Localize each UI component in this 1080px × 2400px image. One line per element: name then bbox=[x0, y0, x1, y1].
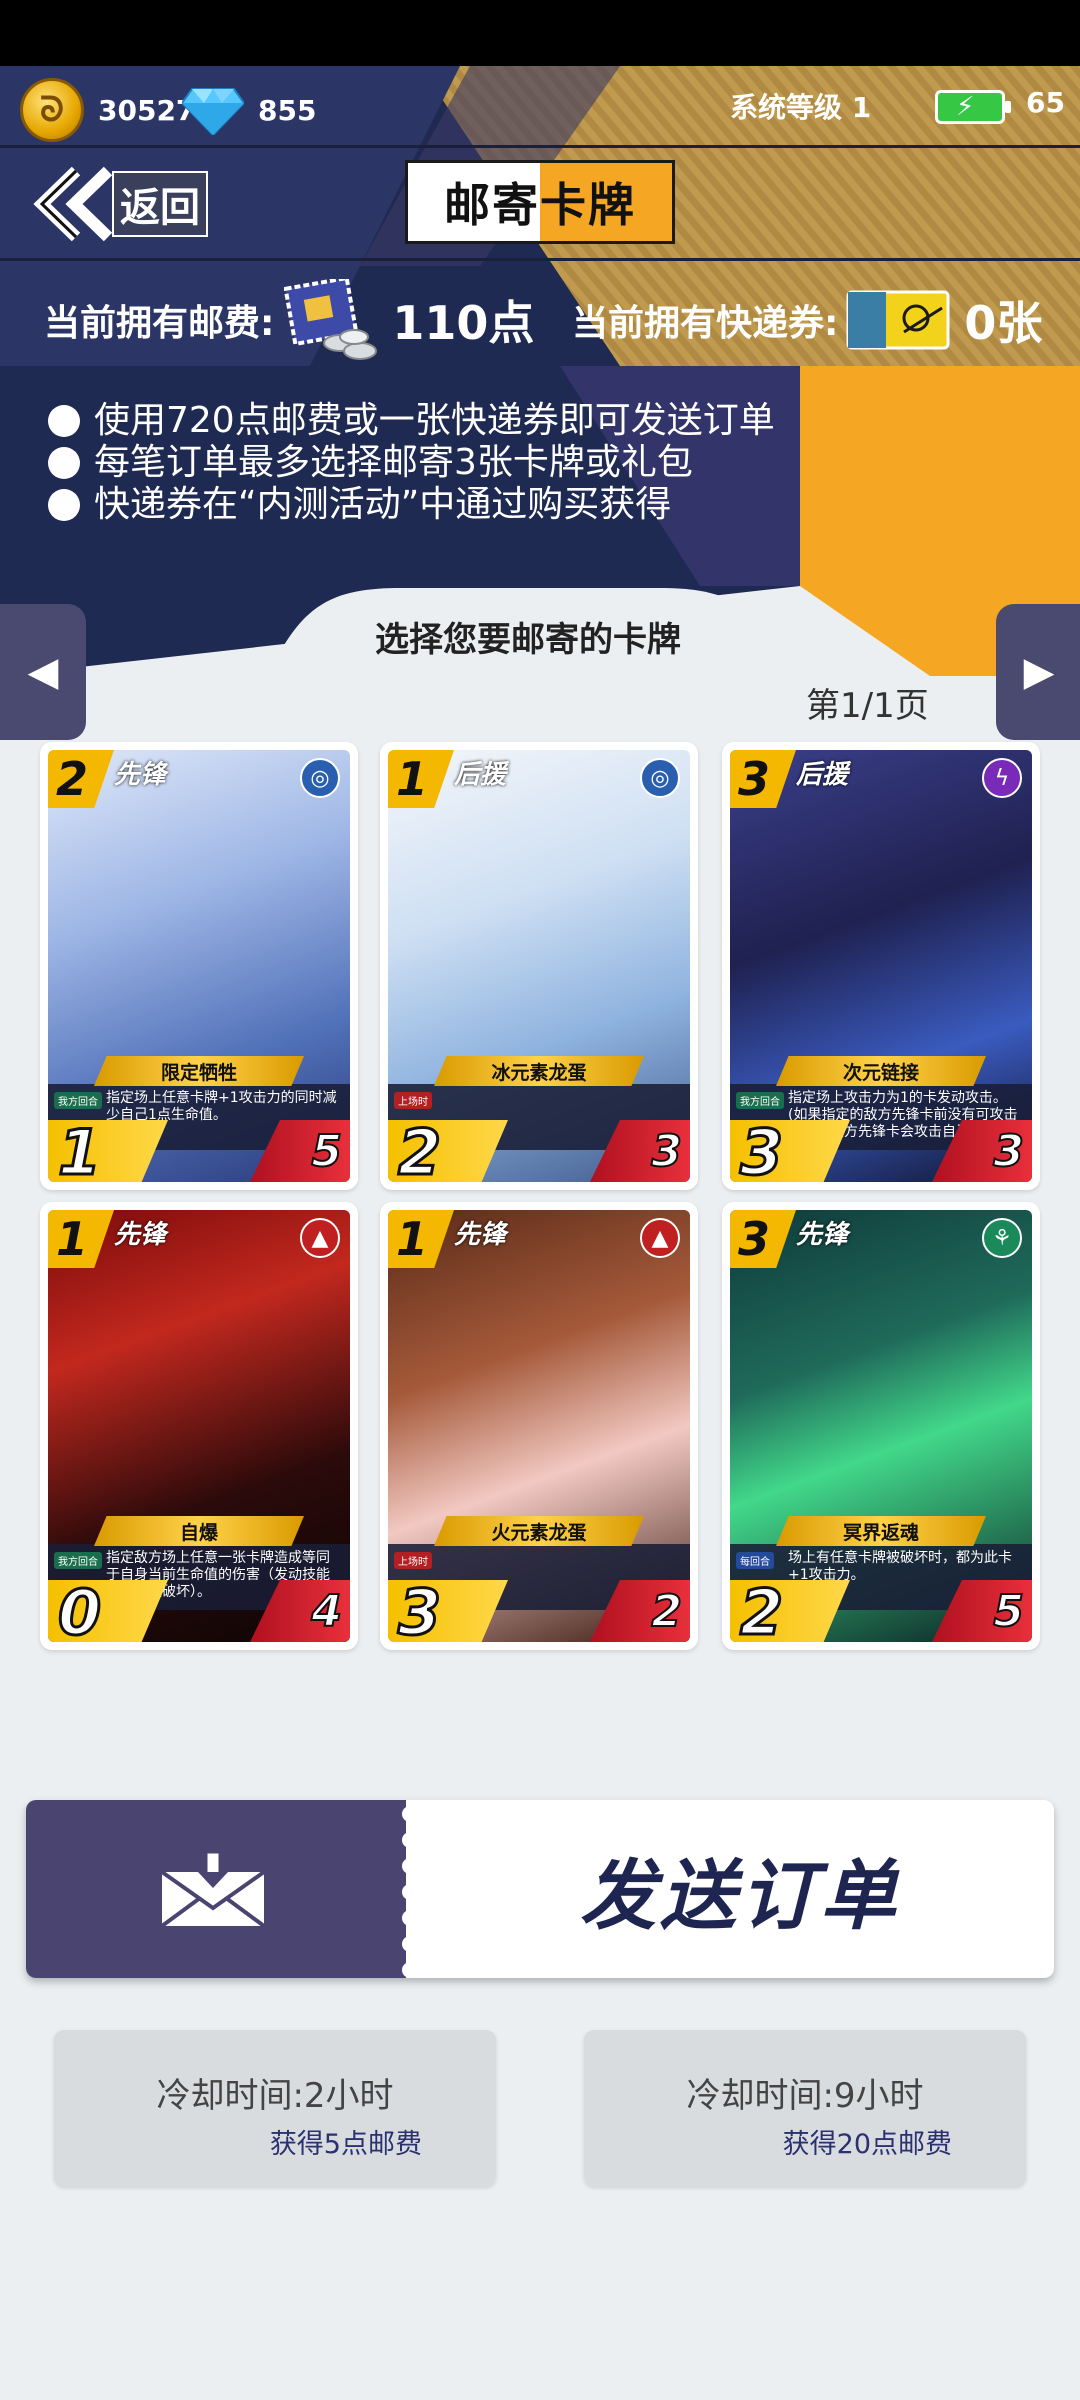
back-label: 返回 bbox=[112, 171, 208, 237]
card-health: 3 bbox=[992, 1125, 1025, 1178]
double-chevron-left-icon bbox=[33, 166, 113, 242]
coin-value: 30527 bbox=[98, 93, 196, 127]
back-button[interactable]: 返回 bbox=[28, 165, 208, 243]
cooldown-reward: 获得20点邮费 bbox=[782, 2129, 952, 2160]
rules-list: 使用720点邮费或一张快递券即可发送订单 每笔订单最多选择邮寄3张卡牌或礼包 快… bbox=[48, 400, 775, 526]
cooldown-time: 冷却时间:9小时 bbox=[686, 2076, 924, 2116]
element-icon: ϟ bbox=[982, 758, 1022, 798]
send-order-button[interactable]: 发送订单 bbox=[26, 1800, 1054, 1978]
next-page-button[interactable]: ▶ bbox=[996, 604, 1080, 740]
card-trigger: 上场时 bbox=[394, 1092, 432, 1109]
cooldown-reward-button[interactable]: 冷却时间:9小时 获得20点邮费 bbox=[584, 2030, 1026, 2186]
ticket-label: 当前拥有快递券: bbox=[572, 303, 839, 344]
card-health: 4 bbox=[310, 1585, 343, 1638]
card-attack: 3 bbox=[396, 1576, 442, 1642]
element-icon: ◎ bbox=[300, 758, 340, 798]
coin-counter: ᘐ 30527 bbox=[20, 78, 195, 142]
card-trigger: 上场时 bbox=[394, 1552, 432, 1569]
page-title: 邮寄卡牌 bbox=[444, 178, 636, 232]
card-1[interactable]: 2 先锋 ◎ 指定场上任意卡牌+1攻击力的同时减少自己1点生命值。 限定牺牲 我… bbox=[40, 742, 358, 1190]
card-attack: 2 bbox=[738, 1576, 784, 1642]
card-5[interactable]: 1 先锋 ▲ 火元素龙蛋 上场时 3 2 bbox=[380, 1202, 698, 1650]
element-icon: ⚘ bbox=[982, 1218, 1022, 1258]
card-attack: 1 bbox=[56, 1116, 102, 1182]
card-name: 限定牺牲 bbox=[94, 1056, 304, 1086]
card-name: 冥界返魂 bbox=[776, 1516, 986, 1546]
card-type: 后援 bbox=[796, 760, 849, 790]
card-type: 先锋 bbox=[114, 1220, 167, 1250]
element-icon: ▲ bbox=[640, 1218, 680, 1258]
card-attack: 0 bbox=[56, 1576, 102, 1642]
mail-download-icon bbox=[160, 1852, 266, 1928]
rule-item: 快递券在“内测活动”中通过购买获得 bbox=[48, 484, 775, 526]
card-2[interactable]: 1 后援 ◎ 冰元素龙蛋 上场时 2 3 bbox=[380, 742, 698, 1190]
card-name: 火元素龙蛋 bbox=[434, 1516, 644, 1546]
gem-counter: 855 bbox=[182, 78, 316, 142]
postage-value: 110点 bbox=[392, 296, 535, 350]
postage-label: 当前拥有邮费: bbox=[44, 303, 275, 344]
rule-item: 使用720点邮费或一张快递券即可发送订单 bbox=[48, 400, 775, 442]
ticket-value: 0张 bbox=[964, 296, 1043, 350]
gem-value: 855 bbox=[258, 93, 317, 127]
card-trigger: 每回合 bbox=[736, 1552, 774, 1569]
coin-icon: ᘐ bbox=[20, 78, 84, 142]
card-trigger: 我方回合 bbox=[736, 1092, 784, 1109]
element-icon: ◎ bbox=[640, 758, 680, 798]
cooldown-reward: 获得5点邮费 bbox=[269, 2129, 422, 2160]
card-trigger: 我方回合 bbox=[54, 1092, 102, 1109]
energy-battery-icon: ⚡ bbox=[935, 90, 1011, 124]
system-level: 系统等级 1 bbox=[730, 91, 872, 124]
send-order-label: 发送订单 bbox=[580, 1851, 900, 1940]
card-type: 先锋 bbox=[796, 1220, 849, 1250]
rule-item: 每笔订单最多选择邮寄3张卡牌或礼包 bbox=[48, 442, 775, 484]
card-attack: 2 bbox=[396, 1116, 442, 1182]
cooldown-reward-button[interactable]: 冷却时间:2小时 获得5点邮费 bbox=[54, 2030, 496, 2186]
page-indicator: 第1/1页 bbox=[806, 686, 929, 726]
card-name: 次元链接 bbox=[776, 1056, 986, 1086]
page-title-box: 邮寄卡牌 bbox=[405, 160, 675, 244]
section-subtitle: 选择您要邮寄的卡牌 bbox=[375, 620, 681, 660]
card-health: 5 bbox=[310, 1125, 343, 1178]
ticket-info: 当前拥有快递券: 0张 bbox=[572, 270, 1042, 370]
card-name: 自爆 bbox=[94, 1516, 304, 1546]
element-icon: ▲ bbox=[300, 1218, 340, 1258]
triangle-left-icon: ◀ bbox=[27, 649, 59, 695]
card-type: 先锋 bbox=[454, 1220, 507, 1250]
card-4[interactable]: 1 先锋 ▲ 指定敌方场上任意一张卡牌造成等同于自身当前生命值的伤害（发动技能后… bbox=[40, 1202, 358, 1650]
triangle-right-icon: ▶ bbox=[1023, 649, 1055, 695]
card-type: 先锋 bbox=[114, 760, 167, 790]
prev-page-button[interactable]: ◀ bbox=[0, 604, 86, 740]
postage-stamp-icon bbox=[284, 279, 378, 360]
energy-value: 65 bbox=[1026, 86, 1065, 119]
diamond-icon bbox=[182, 88, 244, 135]
card-health: 2 bbox=[650, 1585, 683, 1638]
cooldown-time: 冷却时间:2小时 bbox=[156, 2076, 394, 2116]
card-trigger: 我方回合 bbox=[54, 1552, 102, 1569]
card-3[interactable]: 3 后援 ϟ 指定场上攻击力为1的卡发动攻击。(如果指定的敌方先锋卡前没有可攻击… bbox=[722, 742, 1040, 1190]
card-type: 后援 bbox=[454, 760, 507, 790]
status-bar bbox=[0, 0, 1080, 66]
card-attack: 3 bbox=[738, 1116, 784, 1182]
card-name: 冰元素龙蛋 bbox=[434, 1056, 644, 1086]
card-health: 5 bbox=[992, 1585, 1025, 1638]
card-health: 3 bbox=[650, 1125, 683, 1178]
postage-info: 当前拥有邮费: 110点 bbox=[44, 270, 534, 370]
card-6[interactable]: 3 先锋 ⚘ 场上有任意卡牌被破坏时，都为此卡+1攻击力。 冥界返魂 每回合 2… bbox=[722, 1202, 1040, 1650]
express-ticket-icon bbox=[846, 290, 950, 350]
